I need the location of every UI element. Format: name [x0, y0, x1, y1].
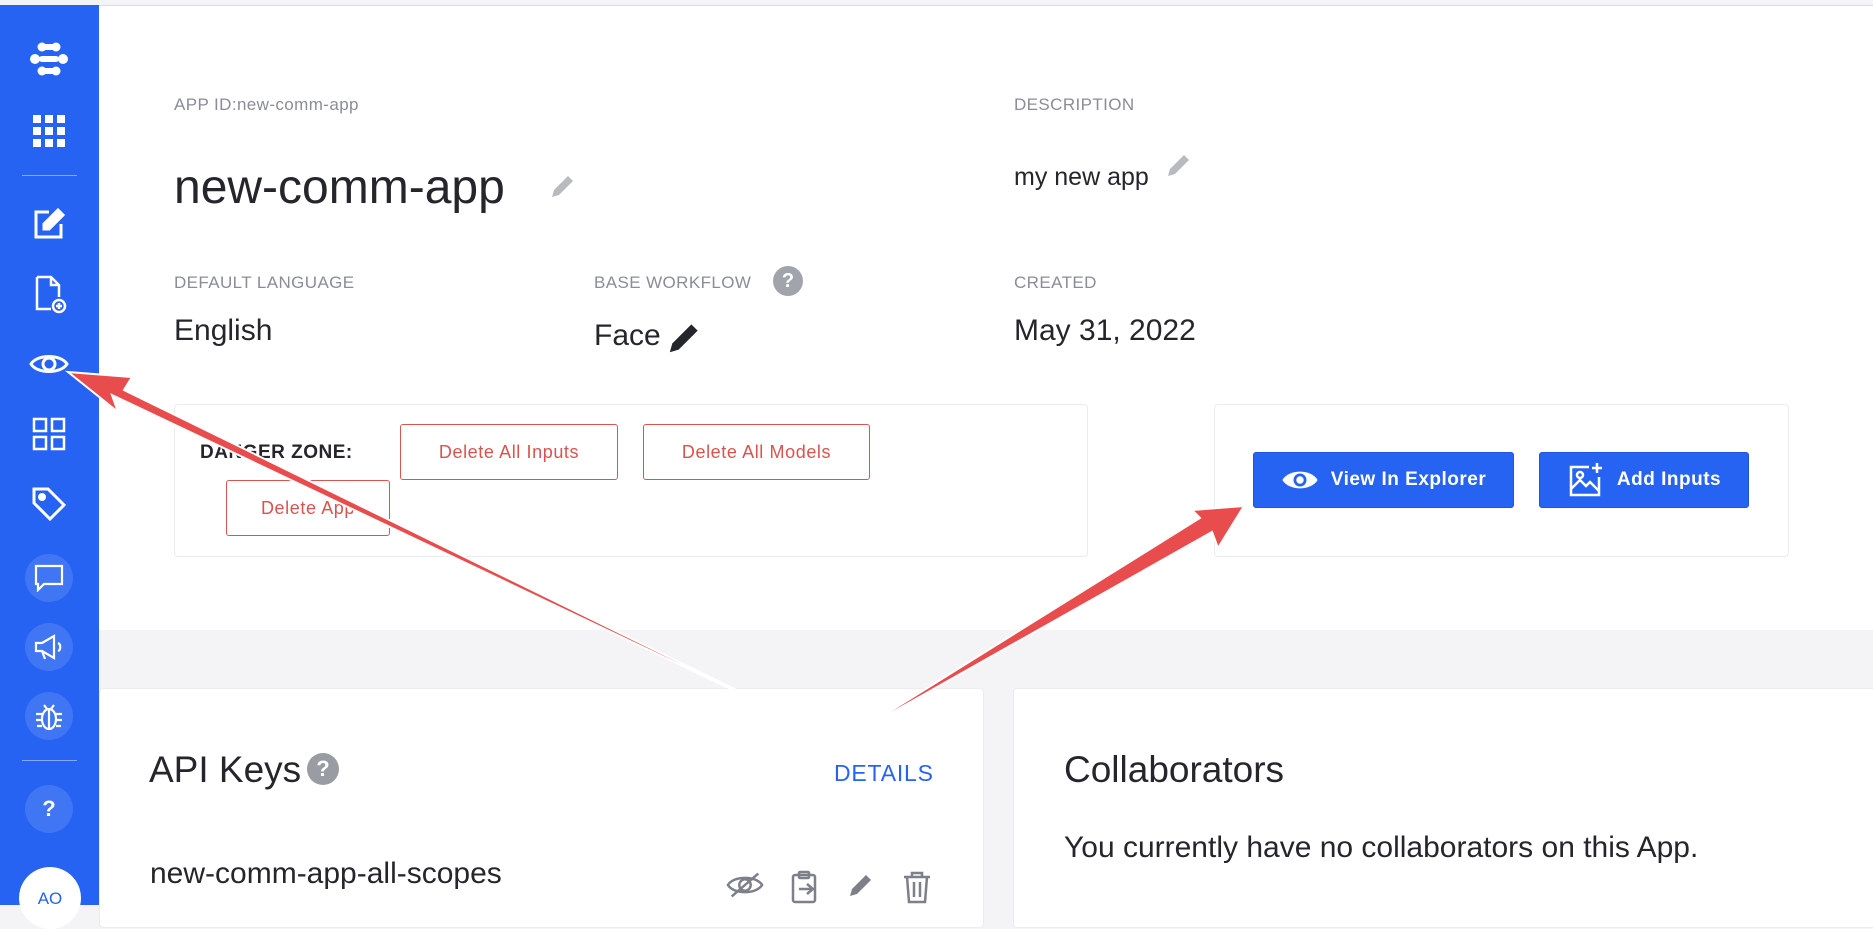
view-in-explorer-label: View In Explorer — [1330, 469, 1487, 490]
edit-workflow-icon[interactable] — [666, 318, 704, 356]
eye-icon — [1282, 471, 1318, 489]
description-value: my new app — [1014, 163, 1149, 191]
base-workflow-label: BASE WORKFLOW — [594, 273, 752, 292]
delete-app-button[interactable]: Delete App — [226, 480, 390, 536]
sidebar-divider — [22, 175, 77, 176]
api-key-name: new-comm-app-all-scopes — [150, 857, 502, 890]
edit-description-icon[interactable] — [1164, 150, 1194, 180]
collaborators-title: Collaborators — [1064, 749, 1285, 790]
hide-key-icon[interactable] — [726, 870, 764, 900]
delete-all-models-button[interactable]: Delete All Models — [643, 424, 870, 480]
apps-grid-icon[interactable] — [25, 107, 73, 155]
default-language-value: English — [174, 314, 273, 347]
megaphone-icon[interactable] — [25, 623, 73, 671]
delete-key-icon[interactable] — [902, 870, 932, 904]
eye-icon[interactable] — [25, 340, 73, 388]
tag-icon[interactable] — [25, 480, 73, 528]
created-label: CREATED — [1014, 273, 1097, 292]
view-in-explorer-button[interactable]: View In Explorer — [1253, 452, 1514, 508]
app-name: new-comm-app — [174, 161, 505, 214]
edit-icon[interactable] — [25, 200, 73, 248]
logo-icon[interactable] — [25, 35, 73, 83]
sidebar-divider — [22, 760, 77, 761]
edit-key-icon[interactable] — [846, 870, 876, 900]
collaborators-empty-text: You currently have no collaborators on t… — [1064, 831, 1699, 864]
bug-icon[interactable] — [25, 692, 73, 740]
sidebar: ? AO — [0, 5, 99, 929]
delete-all-inputs-button[interactable]: Delete All Inputs — [400, 424, 618, 480]
avatar[interactable]: AO — [19, 867, 81, 929]
danger-zone-label: DANGER ZONE: — [200, 442, 353, 463]
app-id-label: APP ID:new-comm-app — [174, 95, 359, 114]
collaborators-card — [1013, 688, 1873, 928]
add-inputs-label: Add Inputs — [1616, 469, 1722, 490]
edit-name-icon[interactable] — [548, 171, 578, 201]
modules-grid-icon[interactable] — [25, 410, 73, 458]
description-label: DESCRIPTION — [1014, 95, 1135, 114]
chat-icon[interactable] — [25, 554, 73, 602]
default-language-label: DEFAULT LANGUAGE — [174, 273, 355, 292]
created-value: May 31, 2022 — [1014, 314, 1196, 347]
api-keys-title: API Keys — [149, 749, 302, 790]
add-inputs-button[interactable]: Add Inputs — [1539, 452, 1749, 508]
help-button[interactable]: ? — [25, 785, 73, 833]
add-image-icon — [1569, 463, 1602, 497]
add-file-icon[interactable] — [25, 270, 73, 318]
help-icon[interactable]: ? — [307, 753, 339, 785]
details-link[interactable]: DETAILS — [834, 760, 934, 787]
copy-key-icon[interactable] — [790, 870, 820, 904]
base-workflow-value: Face — [594, 319, 661, 352]
help-icon[interactable]: ? — [773, 266, 803, 296]
